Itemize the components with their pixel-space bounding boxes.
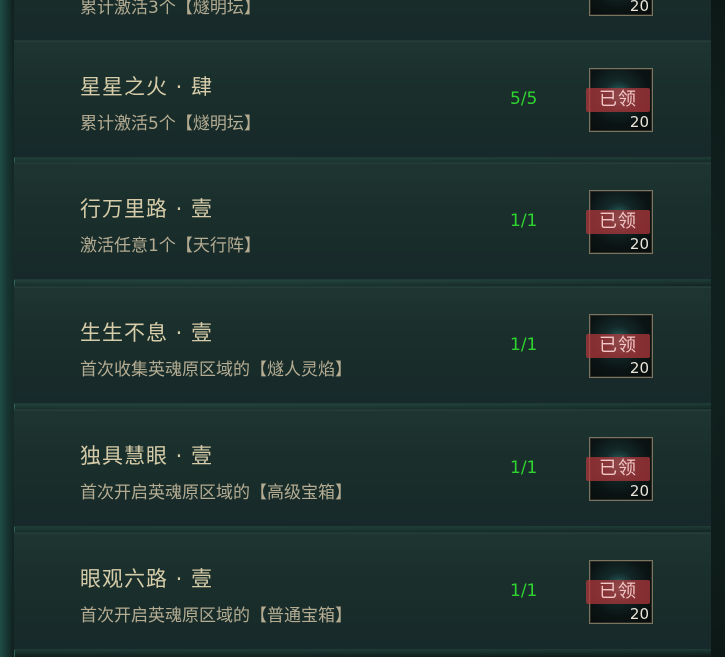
reward-count: 20 (629, 359, 649, 377)
achievement-row: 星星之火 · 肆 累计激活5个【燧明坛】 5/5 已领 20 (14, 40, 711, 165)
achievement-title: 眼观六路 · 壹 (80, 567, 214, 591)
achievement-progress: 1/1 (510, 458, 538, 478)
reward-slot[interactable]: 已领 20 (586, 437, 653, 501)
claimed-stamp: 已领 (586, 457, 650, 481)
achievement-title: 行万里路 · 壹 (80, 197, 214, 221)
achievement-desc: 首次开启英魂原区域的【普通宝箱】 (80, 606, 352, 626)
achievement-desc: 激活任意1个【天行阵】 (80, 236, 261, 256)
claimed-stamp: 已领 (586, 580, 650, 604)
reward-slot[interactable]: 20 (589, 0, 653, 16)
reward-count: 20 (629, 605, 649, 623)
achievement-progress: 5/5 (510, 89, 538, 109)
reward-count: 20 (629, 0, 649, 15)
achievement-title: 星星之火 · 肆 (80, 75, 214, 99)
achievement-row: 生生不息 · 壹 首次收集英魂原区域的【燧人灵焰】 1/1 已领 20 (14, 286, 711, 411)
reward-slot[interactable]: 已领 20 (586, 68, 653, 132)
achievement-progress: 1/1 (510, 581, 538, 601)
reward-slot[interactable]: 已领 20 (586, 190, 653, 254)
achievement-desc: 累计激活5个【燧明坛】 (80, 114, 261, 134)
achievement-title: 独具慧眼 · 壹 (80, 444, 214, 468)
achievement-row-partial: 累计激活3个【燧明坛】 20 (14, 0, 711, 49)
achievement-row: 独具慧眼 · 壹 首次开启英魂原区域的【高级宝箱】 1/1 已领 20 (14, 409, 711, 534)
reward-count: 20 (629, 235, 649, 253)
achievement-row: 眼观六路 · 壹 首次开启英魂原区域的【普通宝箱】 1/1 已领 20 (14, 532, 711, 657)
achievement-list[interactable]: 累计激活3个【燧明坛】 20 星星之火 · 肆 累计激活5个【燧明坛】 5/5 … (14, 0, 711, 657)
achievement-progress: 1/1 (510, 335, 538, 355)
reward-slot[interactable]: 已领 20 (586, 314, 653, 378)
claimed-stamp: 已领 (586, 210, 650, 234)
achievement-desc: 累计激活3个【燧明坛】 (80, 0, 261, 18)
reward-count: 20 (629, 113, 649, 131)
achievement-title: 生生不息 · 壹 (80, 321, 214, 345)
claimed-stamp: 已领 (586, 88, 650, 112)
achievement-desc: 首次收集英魂原区域的【燧人灵焰】 (80, 360, 352, 380)
achievement-progress: 1/1 (510, 211, 538, 231)
achievement-desc: 首次开启英魂原区域的【高级宝箱】 (80, 483, 352, 503)
claimed-stamp: 已领 (586, 334, 650, 358)
reward-count: 20 (629, 482, 649, 500)
panel-left-border (0, 0, 15, 657)
achievement-row: 行万里路 · 壹 激活任意1个【天行阵】 1/1 已领 20 (14, 162, 711, 287)
reward-slot[interactable]: 已领 20 (586, 560, 653, 624)
